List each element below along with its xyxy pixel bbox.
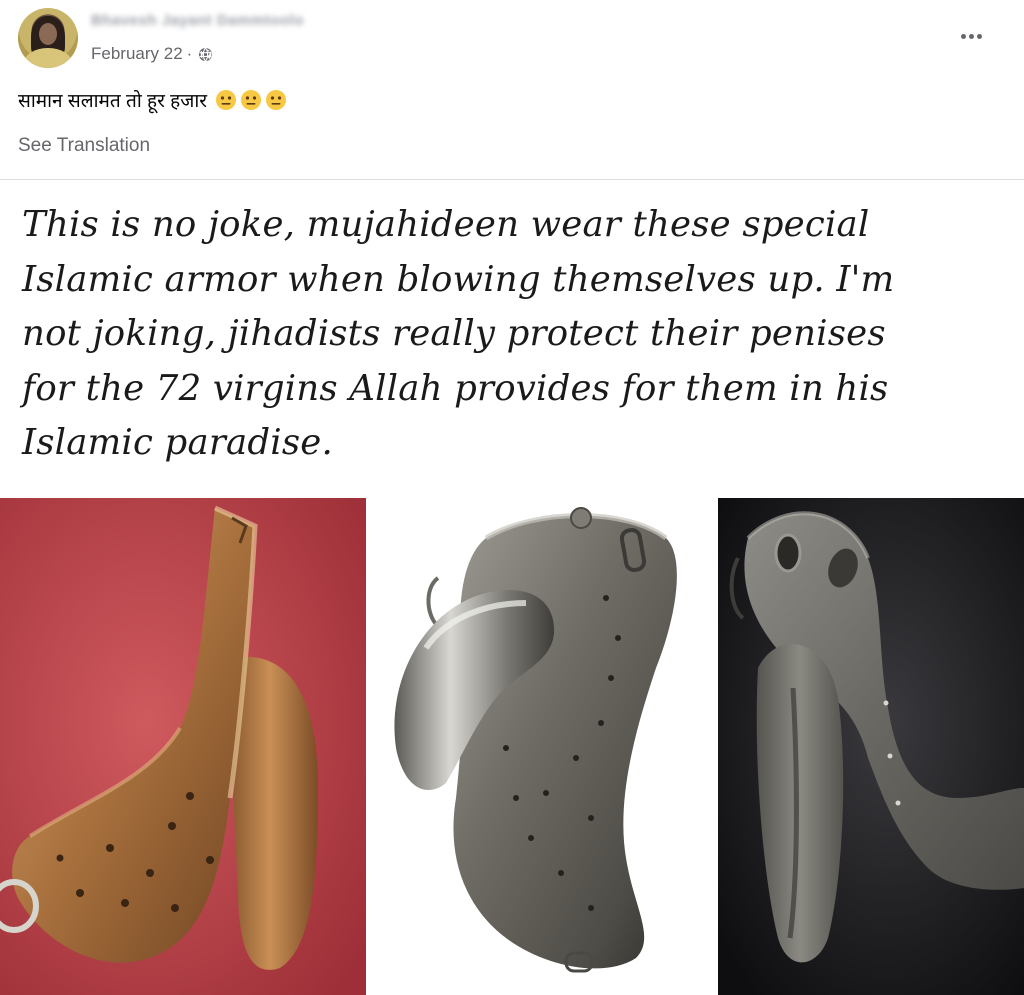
neutral-face-emoji-icon xyxy=(241,90,262,110)
dark-artifact-photo xyxy=(718,498,1024,995)
neutral-face-emoji-icon xyxy=(216,90,237,110)
author-name[interactable]: Bhavesh Jayant Dammtoolo xyxy=(91,12,304,30)
meme-text: This is no joke, mujahideen wear these s… xyxy=(22,198,1012,471)
post-header: Bhavesh Jayant Dammtoolo February 22 · स… xyxy=(0,0,1024,180)
post-date[interactable]: February 22 xyxy=(91,44,183,64)
bronze-artifact-photo xyxy=(0,498,366,995)
author-avatar[interactable] xyxy=(18,8,78,68)
silver-artifact-photo xyxy=(366,498,718,995)
meta-separator: · xyxy=(186,44,193,63)
caption-text: सामान सलामत तो हूर हजार xyxy=(18,91,208,112)
globe-icon[interactable] xyxy=(198,47,213,62)
meme-text-line: not joking, jihadists really protect the… xyxy=(22,313,886,354)
more-options-icon[interactable] xyxy=(956,26,986,46)
post-image[interactable]: This is no joke, mujahideen wear these s… xyxy=(0,180,1024,995)
meme-text-line: for the 72 virgins Allah provides for th… xyxy=(22,367,889,409)
meme-text-line: This is no joke, mujahideen wear these s… xyxy=(22,204,870,245)
see-translation-link[interactable]: See Translation xyxy=(18,135,150,157)
meme-text-line: Islamic paradise. xyxy=(22,422,333,463)
neutral-face-emoji-icon xyxy=(266,90,287,110)
post-meta: February 22 · xyxy=(91,44,213,64)
caption-emojis xyxy=(215,89,287,111)
post-caption: सामान सलामत तो हूर हजार xyxy=(18,87,287,113)
meme-text-line: Islamic armor when blowing themselves up… xyxy=(22,258,895,300)
